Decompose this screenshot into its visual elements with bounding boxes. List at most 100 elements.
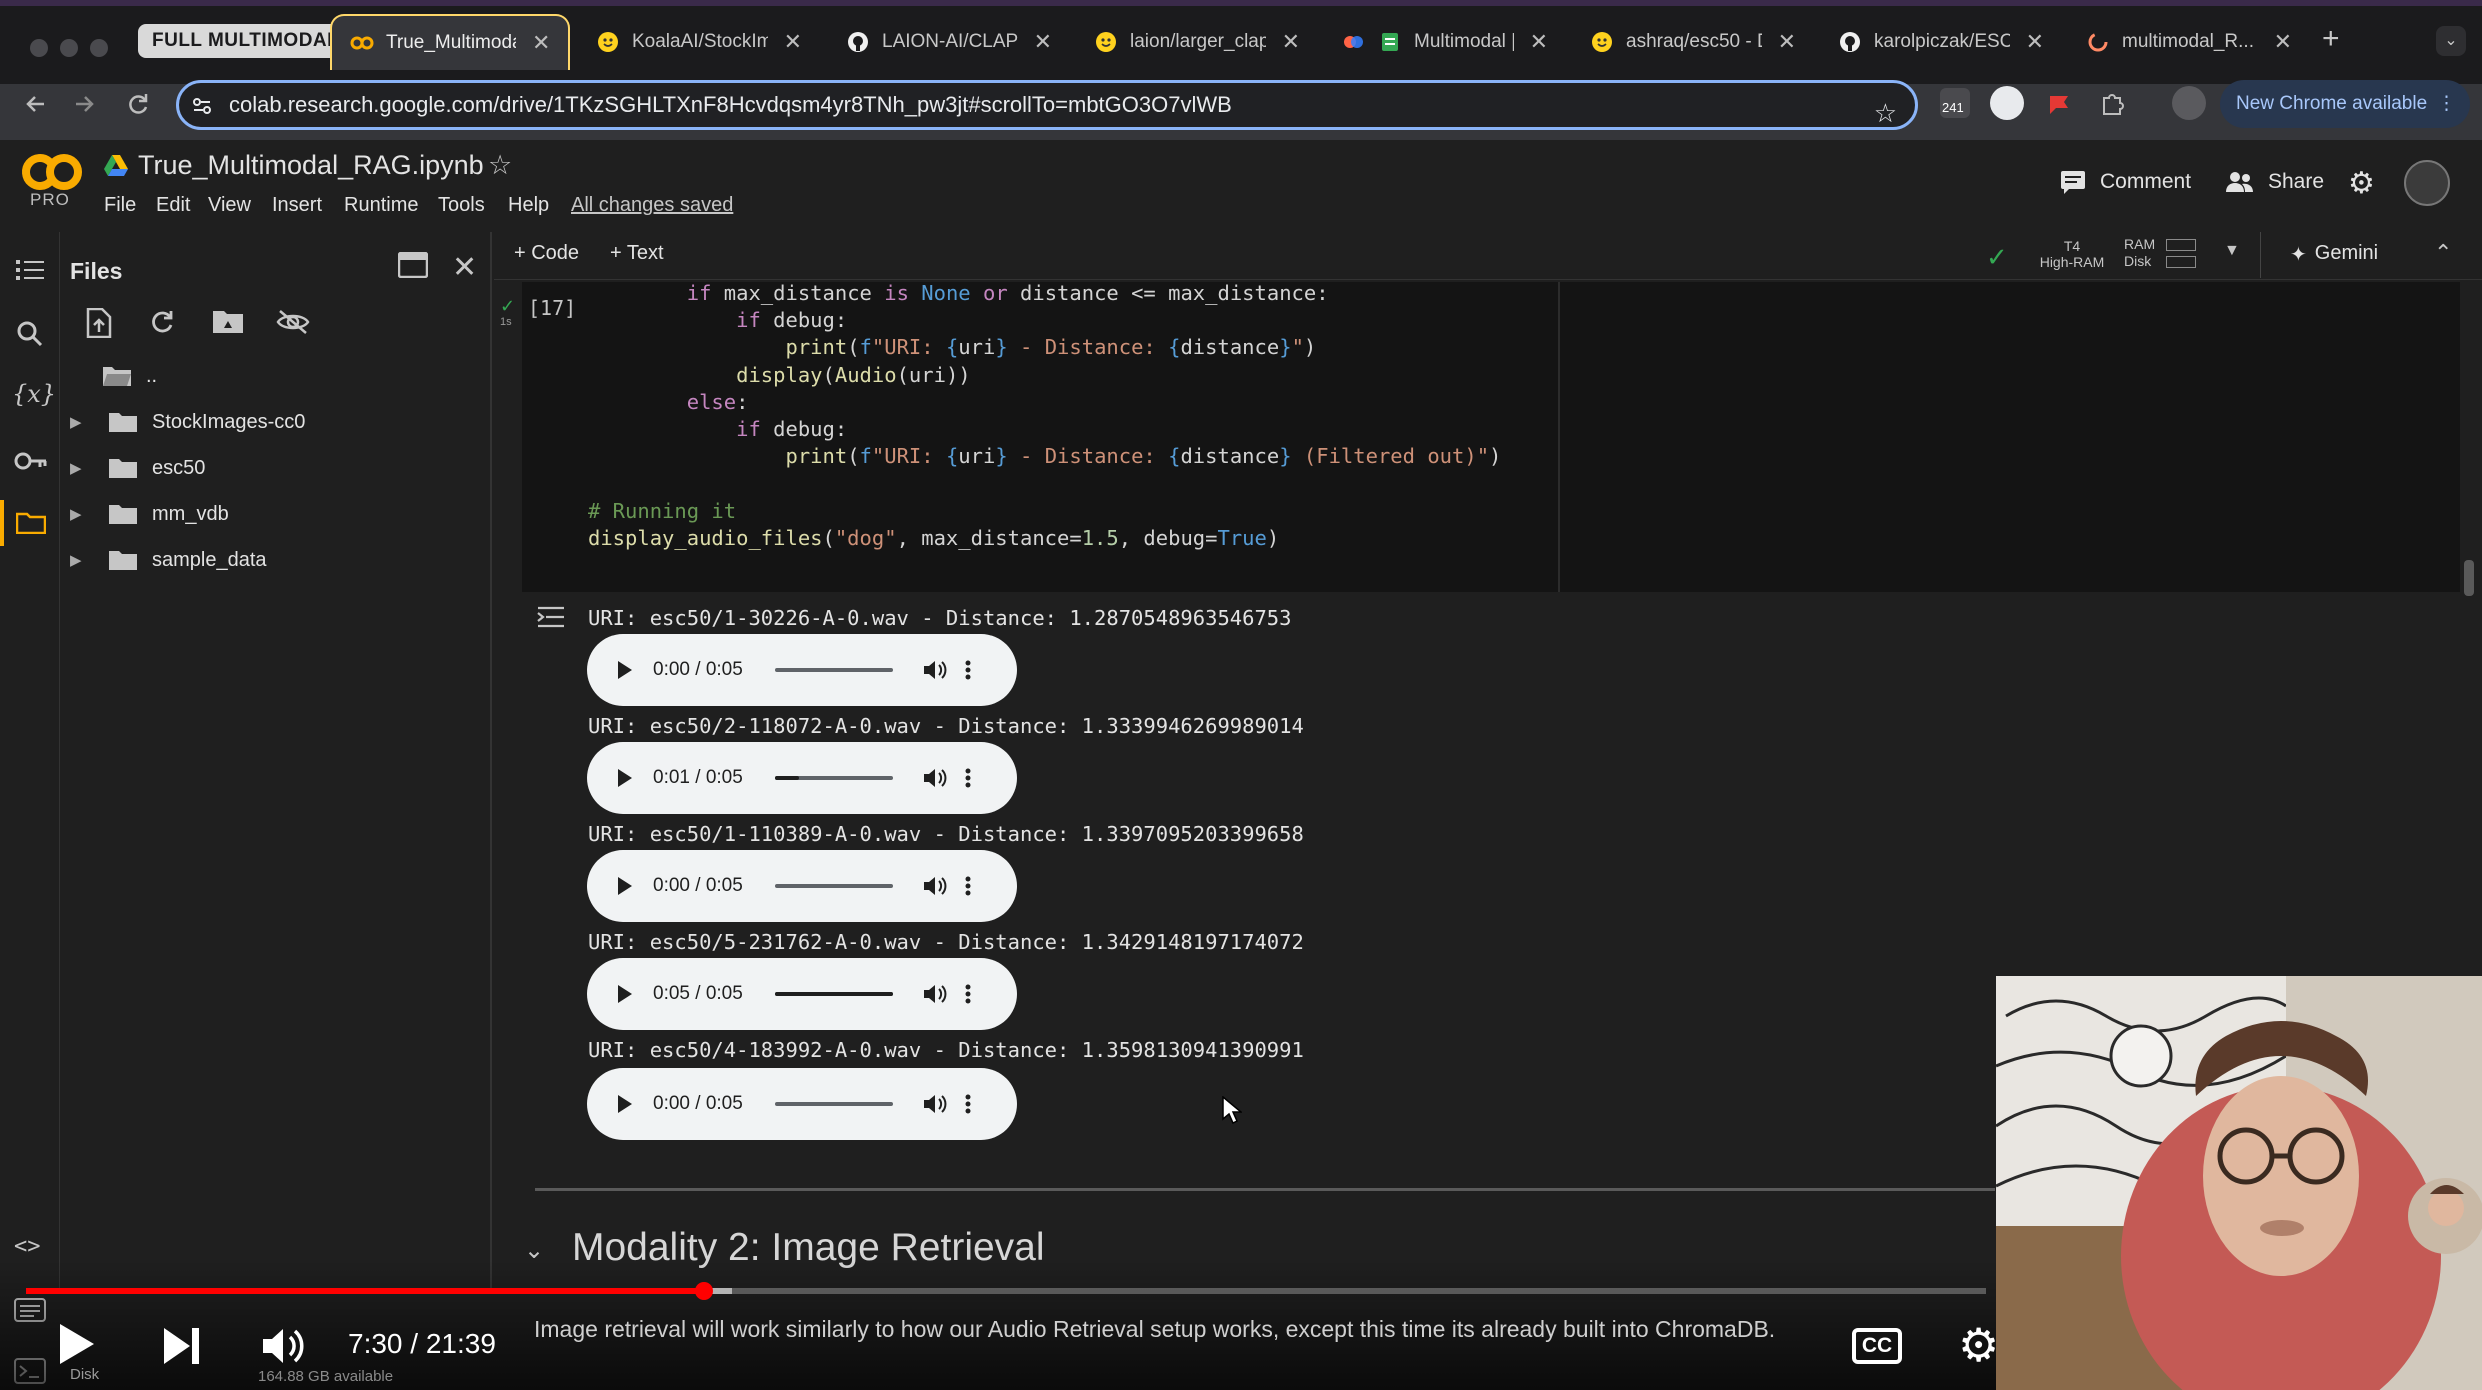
window-close-dot[interactable] bbox=[30, 39, 48, 57]
forward-arrow-icon[interactable] bbox=[70, 90, 98, 118]
execution-count[interactable]: [17] bbox=[528, 296, 576, 320]
tab-search-icon[interactable]: ⌄ bbox=[2436, 26, 2466, 56]
refresh-icon[interactable] bbox=[148, 308, 176, 336]
audio-player[interactable]: 0:01 / 0:05 bbox=[587, 742, 1017, 814]
tab-multimodal-chroma[interactable]: Multimodal | Ch ✕ bbox=[1324, 14, 1564, 70]
reload-icon[interactable] bbox=[124, 90, 152, 118]
expand-arrow-icon[interactable]: ▶ bbox=[70, 459, 88, 477]
menu-insert[interactable]: Insert bbox=[272, 194, 322, 217]
window-zoom-dot[interactable] bbox=[90, 39, 108, 57]
tab-close-icon[interactable]: ✕ bbox=[2026, 29, 2044, 55]
audio-seek-bar[interactable] bbox=[775, 1102, 893, 1106]
mount-drive-icon[interactable] bbox=[212, 308, 244, 334]
play-icon[interactable] bbox=[617, 1094, 637, 1114]
notebook-scrollbar[interactable] bbox=[2464, 560, 2474, 596]
expand-arrow-icon[interactable]: ▶ bbox=[70, 413, 88, 431]
tab-close-icon[interactable]: ✕ bbox=[784, 29, 802, 55]
audio-seek-bar[interactable] bbox=[775, 776, 893, 780]
expand-arrow-icon[interactable]: ▶ bbox=[70, 551, 88, 569]
play-icon[interactable] bbox=[617, 876, 637, 896]
audio-player[interactable]: 0:00 / 0:05 bbox=[587, 1068, 1017, 1140]
search-icon[interactable] bbox=[16, 320, 44, 348]
audio-player[interactable]: 0:05 / 0:05 bbox=[587, 958, 1017, 1030]
address-bar[interactable]: colab.research.google.com/drive/1TKzSGHL… bbox=[176, 80, 1918, 130]
close-panel-icon[interactable]: ✕ bbox=[452, 250, 477, 285]
play-icon[interactable] bbox=[617, 660, 637, 680]
site-info-icon[interactable] bbox=[191, 95, 213, 117]
new-chrome-available-button[interactable]: New Chrome available ⋮ bbox=[2220, 80, 2470, 128]
secrets-key-icon[interactable] bbox=[14, 450, 48, 472]
drive-icon[interactable] bbox=[104, 154, 128, 176]
collapse-header-icon[interactable]: ⌃ bbox=[2434, 240, 2452, 266]
menu-tools[interactable]: Tools bbox=[438, 194, 485, 217]
tab-close-icon[interactable]: ✕ bbox=[1530, 29, 1548, 55]
volume-icon[interactable] bbox=[923, 767, 949, 789]
video-settings-gear-icon[interactable]: ⚙ bbox=[1958, 1322, 1999, 1368]
audio-seek-bar[interactable] bbox=[775, 668, 893, 672]
audio-more-options-icon[interactable] bbox=[965, 767, 975, 789]
runtime-indicator[interactable]: T4 High-RAM bbox=[2034, 238, 2110, 270]
add-code-button[interactable]: + Code bbox=[514, 242, 579, 265]
table-of-contents-icon[interactable] bbox=[16, 258, 44, 282]
menu-edit[interactable]: Edit bbox=[156, 194, 190, 217]
profile-extension-icon[interactable] bbox=[1990, 86, 2024, 120]
tree-item-stockimages[interactable]: ▶ StockImages-cc0 bbox=[70, 404, 305, 440]
volume-icon[interactable] bbox=[923, 659, 949, 681]
star-notebook-icon[interactable]: ☆ bbox=[488, 150, 512, 181]
upload-file-icon[interactable] bbox=[86, 308, 112, 338]
comment-button[interactable]: Comment bbox=[2060, 170, 2191, 194]
save-status[interactable]: All changes saved bbox=[571, 194, 733, 217]
tab-group-chip[interactable]: FULL MULTIMODAL bbox=[138, 24, 354, 58]
resource-meters[interactable]: RAM Disk bbox=[2124, 236, 2196, 270]
tab-close-icon[interactable]: ✕ bbox=[2274, 29, 2292, 55]
tab-huggingface-stockimages[interactable]: KoalaAI/StockIma ✕ bbox=[578, 14, 818, 70]
video-play-icon[interactable] bbox=[58, 1322, 96, 1366]
tab-github-esc50[interactable]: karolpiczak/ESC- ✕ bbox=[1820, 14, 2060, 70]
menu-file[interactable]: File bbox=[104, 194, 136, 217]
extensions-puzzle-icon[interactable] bbox=[2098, 90, 2126, 118]
volume-icon[interactable] bbox=[923, 983, 949, 1005]
menu-help[interactable]: Help bbox=[508, 194, 549, 217]
audio-more-options-icon[interactable] bbox=[965, 1093, 975, 1115]
video-volume-icon[interactable] bbox=[262, 1326, 308, 1366]
captions-cc-icon[interactable]: CC bbox=[1852, 1328, 1902, 1364]
tree-item-mm-vdb[interactable]: ▶ mm_vdb bbox=[70, 496, 229, 532]
files-folder-icon[interactable] bbox=[16, 510, 46, 534]
video-next-icon[interactable] bbox=[162, 1326, 202, 1366]
menu-view[interactable]: View bbox=[208, 194, 251, 217]
bookmark-star-icon[interactable]: ☆ bbox=[1874, 91, 1897, 135]
audio-more-options-icon[interactable] bbox=[965, 983, 975, 1005]
expand-arrow-icon[interactable]: ▶ bbox=[70, 505, 88, 523]
tab-close-icon[interactable]: ✕ bbox=[1778, 29, 1796, 55]
output-options-icon[interactable] bbox=[536, 604, 566, 630]
tree-item-sample-data[interactable]: ▶ sample_data bbox=[70, 542, 267, 578]
tree-item-parent[interactable]: .. bbox=[102, 358, 157, 394]
tab-multimodal-loading[interactable]: multimodal_R... (a ✕ bbox=[2068, 14, 2308, 70]
audio-seek-bar[interactable] bbox=[775, 992, 893, 996]
extension-red-icon[interactable] bbox=[2046, 90, 2074, 118]
code-snippets-icon[interactable]: <> bbox=[14, 1234, 41, 1259]
back-arrow-icon[interactable] bbox=[22, 90, 50, 118]
tab-github-clap[interactable]: LAION-AI/CLAP: C ✕ bbox=[828, 14, 1068, 70]
notebook-title[interactable]: True_Multimodal_RAG.ipynb bbox=[138, 150, 484, 181]
add-text-button[interactable]: + Text bbox=[610, 242, 664, 265]
play-icon[interactable] bbox=[617, 768, 637, 788]
variables-icon[interactable]: {x} bbox=[12, 380, 56, 408]
runtime-dropdown-icon[interactable]: ▼ bbox=[2224, 242, 2240, 260]
hide-files-icon[interactable] bbox=[276, 308, 310, 336]
tab-close-icon[interactable]: ✕ bbox=[532, 30, 550, 56]
user-avatar[interactable] bbox=[2404, 160, 2450, 206]
audio-player[interactable]: 0:00 / 0:05 bbox=[587, 634, 1017, 706]
gemini-button[interactable]: ✦ Gemini bbox=[2290, 242, 2378, 267]
play-icon[interactable] bbox=[617, 984, 637, 1004]
audio-seek-bar[interactable] bbox=[775, 884, 893, 888]
settings-gear-icon[interactable]: ⚙ bbox=[2348, 166, 2375, 201]
tab-close-icon[interactable]: ✕ bbox=[1034, 29, 1052, 55]
tab-colab-notebook[interactable]: True_Multimodal_ ✕ bbox=[330, 14, 570, 70]
calendar-extension-icon[interactable]: 241 bbox=[1940, 88, 1970, 118]
menu-runtime[interactable]: Runtime bbox=[344, 194, 418, 217]
audio-more-options-icon[interactable] bbox=[965, 659, 975, 681]
tab-close-icon[interactable]: ✕ bbox=[1282, 29, 1300, 55]
audio-player[interactable]: 0:00 / 0:05 bbox=[587, 850, 1017, 922]
open-in-tab-icon[interactable] bbox=[398, 252, 428, 278]
